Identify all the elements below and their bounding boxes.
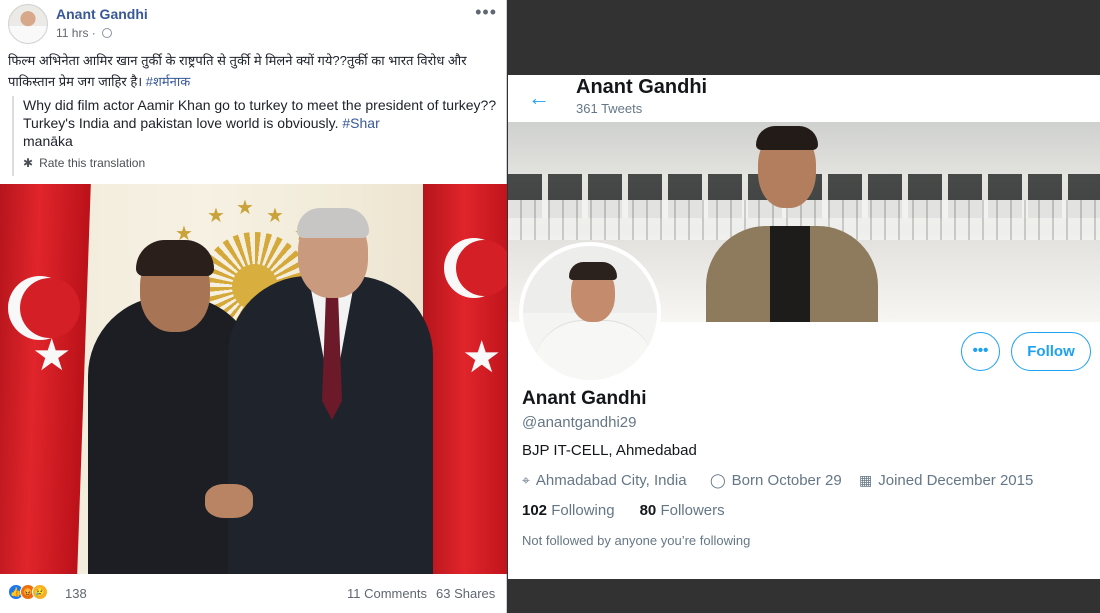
crescent-cutout	[20, 278, 80, 338]
rate-translation-label: Rate this translation	[39, 156, 146, 170]
post-options-button[interactable]: •••	[475, 2, 497, 23]
globe-icon	[102, 28, 113, 38]
followers-link[interactable]: 80 Followers	[640, 502, 725, 519]
hashtag-link[interactable]: #शर्मनाक	[146, 74, 190, 89]
avatar-hair	[569, 262, 617, 280]
post-time-text: 11 hrs ·	[56, 26, 100, 40]
followers-label: Followers	[660, 502, 725, 519]
not-followed-notice: Not followed by anyone you’re following	[522, 533, 751, 548]
profile-stats: 102 Following 80 Followers	[522, 502, 725, 519]
flag-star-icon: ★	[32, 331, 72, 380]
profile-location: ⌖ Ahmadabad City, India	[522, 472, 687, 489]
post-photo[interactable]: ★ ★ ★ ★ ★ ★ ★ ★ ★	[0, 184, 507, 574]
crescent-cutout-right	[456, 240, 507, 296]
profile-avatar[interactable]	[519, 242, 661, 384]
calendar-icon: ▦	[859, 472, 873, 488]
post-hindi-text: फिल्म अभिनेता आमिर खान तुर्की के राष्ट्र…	[8, 53, 467, 89]
gold-star-icon: ★	[236, 197, 254, 219]
comments-link[interactable]: 11 Comments	[347, 586, 427, 601]
follow-button[interactable]: Follow	[1011, 332, 1091, 371]
location-text: Ahmadabad City, India	[535, 472, 687, 489]
profile-birthday: ◯ Born October 29	[710, 472, 842, 489]
following-link[interactable]: 102 Following	[522, 502, 615, 519]
profile-bio: BJP IT-CELL, Ahmedabad	[522, 442, 697, 459]
facebook-post: Anant Gandhi 11 hrs · ••• फिल्म अभिनेता …	[0, 0, 507, 613]
balloon-icon: ◯	[710, 472, 726, 488]
reaction-count[interactable]: 138	[65, 586, 87, 601]
avatar-body	[533, 320, 655, 380]
following-label: Following	[551, 502, 615, 519]
author-name[interactable]: Anant Gandhi	[56, 6, 148, 22]
profile-name: Anant Gandhi	[522, 388, 647, 409]
twitter-profile: ← Anant Gandhi 361 Tweets ••• Follow Ana…	[508, 75, 1100, 579]
profile-joined: ▦ Joined December 2015	[859, 472, 1033, 489]
gold-star-icon: ★	[207, 205, 225, 227]
translation-hashtag[interactable]: #Shar	[342, 115, 379, 131]
following-count: 102	[522, 502, 548, 519]
post-header: Anant Gandhi 11 hrs · •••	[0, 0, 507, 46]
sad-reaction-icon[interactable]: 😢	[32, 584, 48, 600]
shares-link[interactable]: 63 Shares	[436, 586, 495, 601]
flag-star-right-icon: ★	[462, 333, 502, 382]
gold-star-icon: ★	[266, 205, 284, 227]
post-text: फिल्म अभिनेता आमिर खान तुर्की के राष्ट्र…	[8, 50, 502, 92]
screenshot-root: Anant Gandhi 11 hrs · ••• फिल्म अभिनेता …	[0, 0, 1100, 613]
profile-header-name: Anant Gandhi	[576, 76, 708, 98]
banner-person-shirt	[770, 226, 810, 322]
back-arrow-icon[interactable]: ←	[528, 85, 550, 111]
more-options-button[interactable]: •••	[961, 332, 1000, 371]
person-left-hair	[136, 240, 214, 276]
handshake	[205, 484, 253, 518]
translation-text: Why did film actor Aamir Khan go to turk…	[23, 96, 497, 150]
gear-icon: ✱	[23, 156, 34, 170]
post-timestamp[interactable]: 11 hrs ·	[56, 26, 113, 40]
translation-tail: manāka	[23, 133, 73, 149]
profile-handle: @anantgandhi29	[522, 414, 637, 431]
rate-translation-link[interactable]: ✱ Rate this translation	[23, 156, 145, 170]
post-footer: 👍 😡 😢 138 11 Comments 63 Shares	[0, 574, 507, 613]
born-text: Born October 29	[731, 472, 842, 489]
joined-text: Joined December 2015	[878, 472, 1034, 489]
followers-count: 80	[639, 502, 657, 519]
translation-block: Why did film actor Aamir Khan go to turk…	[12, 96, 497, 176]
author-avatar[interactable]	[8, 4, 48, 44]
person-right-hair	[297, 208, 369, 238]
translation-body: Why did film actor Aamir Khan go to turk…	[23, 97, 497, 131]
tweet-count: 361 Tweets	[576, 101, 643, 116]
location-icon: ⌖	[522, 472, 530, 488]
banner-person-hair	[756, 126, 818, 150]
